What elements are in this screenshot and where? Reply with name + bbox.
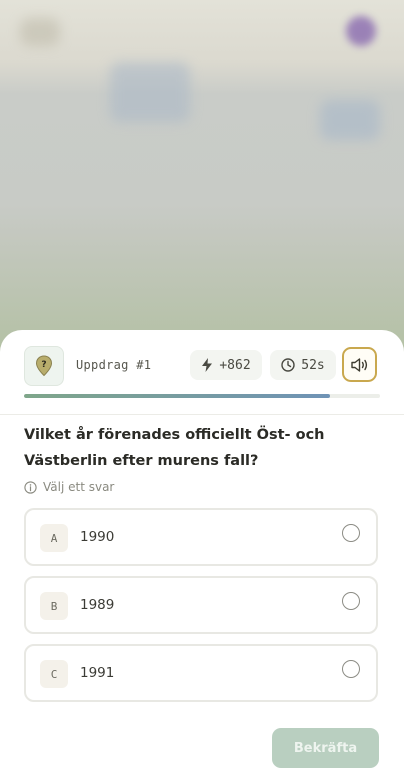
- progress-fill: [24, 394, 331, 398]
- option-radio[interactable]: [342, 524, 360, 542]
- hint-text: Välj ett svar: [43, 480, 115, 494]
- answer-option-c[interactable]: C 1991: [24, 644, 378, 702]
- answer-hint: Välj ett svar: [24, 480, 114, 494]
- map-pin-question-icon: ?: [24, 346, 64, 386]
- option-radio[interactable]: [342, 660, 360, 678]
- timer-badge: 52s: [270, 350, 336, 380]
- question-text: Vilket år förenades officiellt Öst- och …: [24, 427, 325, 469]
- option-letter: C: [40, 660, 68, 688]
- option-text: 1991: [80, 665, 115, 681]
- confirm-button[interactable]: Bekräfta: [272, 728, 379, 768]
- points-badge: +862: [190, 350, 262, 380]
- progress-bar: [24, 394, 380, 398]
- option-letter: A: [40, 524, 68, 552]
- blurred-avatar: [346, 16, 376, 46]
- svg-text:?: ?: [41, 360, 46, 370]
- clock-icon: [281, 358, 295, 372]
- option-letter: B: [40, 592, 68, 620]
- blurred-card: [320, 100, 380, 140]
- points-value: +862: [219, 357, 251, 373]
- bolt-icon: [202, 358, 213, 372]
- blurred-card: [110, 62, 190, 122]
- timer-value: 52s: [301, 357, 325, 373]
- answer-option-a[interactable]: A 1990: [24, 508, 378, 566]
- speaker-icon: [350, 357, 367, 372]
- info-icon: [24, 480, 37, 494]
- question-sheet: ? Uppdrag #1 +862 52s Vilket år förenade…: [0, 330, 404, 784]
- sound-button[interactable]: [342, 347, 377, 382]
- option-text: 1990: [80, 529, 115, 545]
- option-radio[interactable]: [342, 592, 360, 610]
- option-text: 1989: [80, 597, 115, 613]
- quiz-header: ? Uppdrag #1 +862 52s: [0, 330, 404, 414]
- answer-option-b[interactable]: B 1989: [24, 576, 378, 634]
- header-divider: [0, 414, 404, 415]
- mission-label: Uppdrag #1: [76, 358, 152, 372]
- blurred-logo: [20, 18, 60, 46]
